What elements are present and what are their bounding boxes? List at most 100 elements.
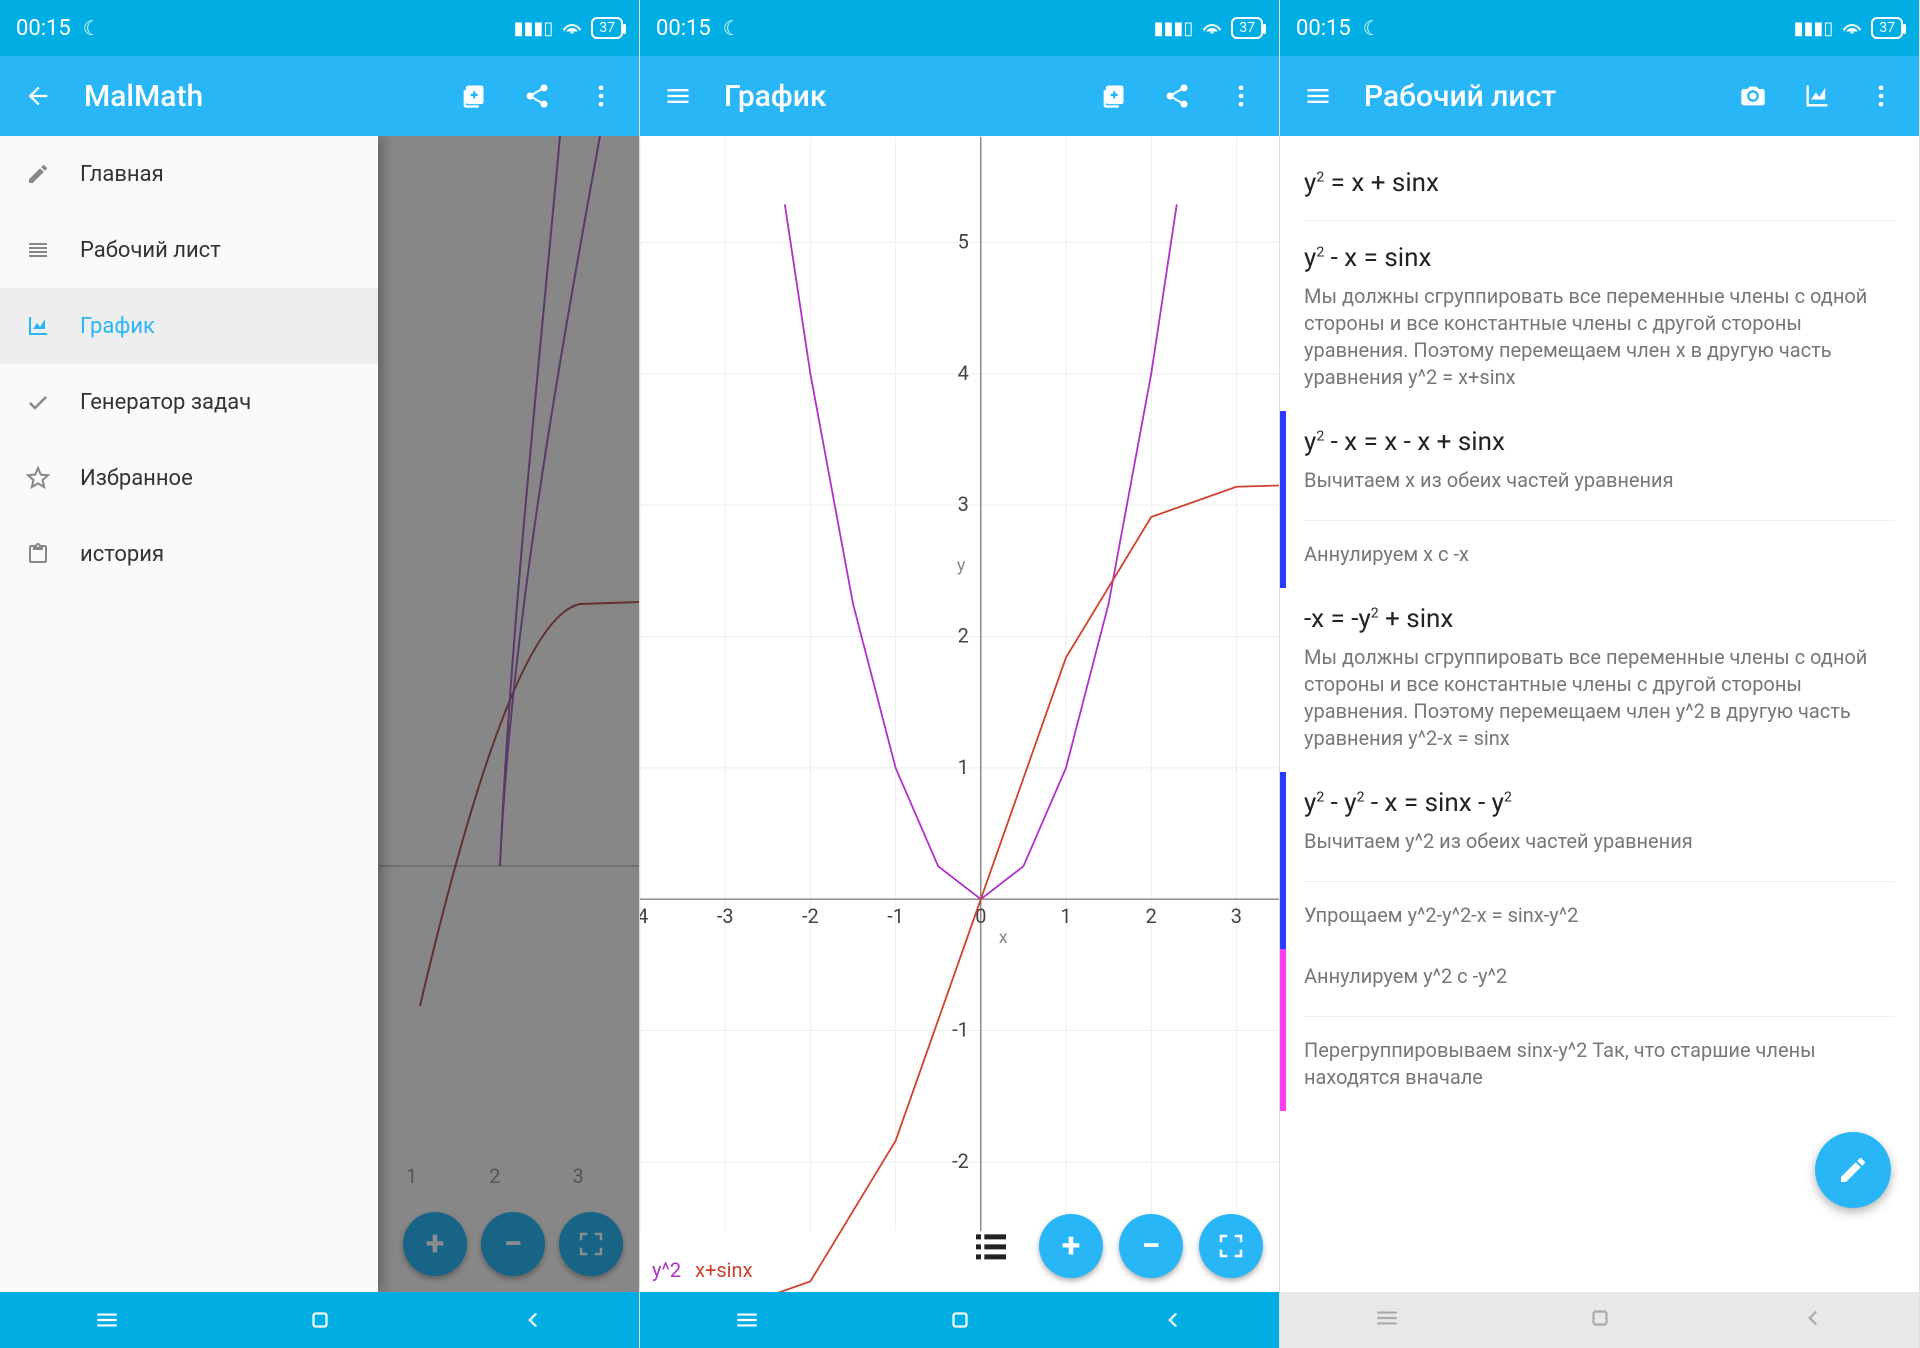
status-time: 00:15 <box>16 16 71 41</box>
lines-icon <box>24 236 52 264</box>
nav-home-icon[interactable] <box>940 1300 980 1340</box>
equation-step[interactable]: -x = -y2 + sinx <box>1304 598 1895 640</box>
android-nav-bar <box>1280 1292 1919 1348</box>
drawer-item-history[interactable]: история <box>0 516 378 592</box>
step-explanation: Аннулируем y^2 с -y^2 <box>1304 959 1895 1000</box>
app-bar: MalMath <box>0 56 639 136</box>
signal-icon: ▮▮▮▯ <box>1154 18 1194 39</box>
svg-text:-3: -3 <box>717 904 734 928</box>
status-bar: 00:15 ☾ ▮▮▮▯ 37 <box>1280 0 1919 56</box>
android-nav-bar <box>0 1292 639 1348</box>
app-bar: График <box>640 56 1279 136</box>
overflow-menu-icon[interactable] <box>583 78 619 114</box>
nav-drawer: Главная Рабочий лист График Генератор за… <box>0 136 378 1292</box>
phone-screen-worksheet: 00:15 ☾ ▮▮▮▯ 37 Рабочий лист y2 = x + <box>1280 0 1920 1348</box>
app-title: Рабочий лист <box>1364 79 1707 114</box>
nav-home-icon[interactable] <box>300 1300 340 1340</box>
step-explanation: Вычитаем x из обеих частей уравнения <box>1304 463 1895 504</box>
camera-icon[interactable] <box>1735 78 1771 114</box>
phone-screen-graph: 00:15 ☾ ▮▮▮▯ 37 График -4-3-2-10123-2-11… <box>640 0 1280 1348</box>
battery-icon: 37 <box>1871 17 1903 39</box>
drawer-item-home[interactable]: Главная <box>0 136 378 212</box>
svg-text:-4: -4 <box>640 904 648 928</box>
wifi-icon <box>1201 15 1223 42</box>
svg-text:x: x <box>999 927 1008 948</box>
add-page-icon[interactable] <box>1095 78 1131 114</box>
function-list-icon[interactable] <box>969 1224 1013 1268</box>
svg-text:1: 1 <box>958 755 969 779</box>
nav-back-icon[interactable] <box>513 1300 553 1340</box>
zoom-out-button[interactable]: − <box>1119 1214 1183 1278</box>
status-bar: 00:15 ☾ ▮▮▮▯ 37 <box>640 0 1279 56</box>
equation-step[interactable]: y2 - x = x - x + sinx <box>1304 421 1895 463</box>
svg-text:2: 2 <box>1146 904 1157 928</box>
graph-content[interactable]: -4-3-2-10123-2-112345xy y^2 x+sinx + − <box>640 136 1279 1292</box>
add-page-icon[interactable] <box>455 78 491 114</box>
nav-recents-icon[interactable] <box>727 1300 767 1340</box>
chart-icon[interactable] <box>1799 78 1835 114</box>
check-icon <box>24 388 52 416</box>
nav-back-icon[interactable] <box>1153 1300 1193 1340</box>
content-area: 1 2 3 + − Главная Рабочий лист <box>0 136 639 1292</box>
star-icon <box>24 464 52 492</box>
step-explanation: Перегруппировываем sinx-y^2 Так, что ста… <box>1304 1033 1895 1101</box>
wifi-icon <box>561 15 583 42</box>
drawer-label: история <box>80 542 164 567</box>
equation-step[interactable]: y2 - y2 - x = sinx - y2 <box>1304 782 1895 824</box>
nav-home-icon[interactable] <box>1587 1305 1613 1335</box>
svg-text:y: y <box>957 555 966 576</box>
drawer-item-favorites[interactable]: Избранное <box>0 440 378 516</box>
nav-back-icon[interactable] <box>1800 1305 1826 1335</box>
drawer-item-graph[interactable]: График <box>0 288 378 364</box>
step-explanation: Мы должны сгруппировать все переменные ч… <box>1304 640 1895 762</box>
signal-icon: ▮▮▮▯ <box>1794 18 1834 39</box>
status-time: 00:15 <box>656 16 711 41</box>
app-bar: Рабочий лист <box>1280 56 1919 136</box>
share-icon[interactable] <box>1159 78 1195 114</box>
svg-text:-2: -2 <box>952 1149 969 1173</box>
step-explanation: Вычитаем y^2 из обеих частей уравнения <box>1304 824 1895 865</box>
phone-screen-drawer: 00:15 ☾ ▮▮▮▯ 37 MalMath <box>0 0 640 1348</box>
zoom-in-button[interactable]: + <box>1039 1214 1103 1278</box>
svg-text:3: 3 <box>958 492 969 516</box>
legend-series-1: y^2 <box>652 1258 681 1282</box>
equation-step[interactable]: y2 - x = sinx <box>1304 237 1895 279</box>
hamburger-menu-icon[interactable] <box>1300 78 1336 114</box>
overflow-menu-icon[interactable] <box>1863 78 1899 114</box>
drawer-item-worksheet[interactable]: Рабочий лист <box>0 212 378 288</box>
dnd-moon-icon: ☾ <box>723 16 741 40</box>
svg-text:-1: -1 <box>952 1017 969 1041</box>
svg-text:4: 4 <box>958 361 969 385</box>
svg-text:-1: -1 <box>887 904 904 928</box>
fullscreen-button[interactable] <box>559 1212 623 1276</box>
hamburger-menu-icon[interactable] <box>660 78 696 114</box>
step-explanation: Мы должны сгруппировать все переменные ч… <box>1304 279 1895 401</box>
svg-text:5: 5 <box>958 229 969 253</box>
status-bar: 00:15 ☾ ▮▮▮▯ 37 <box>0 0 639 56</box>
svg-text:3: 3 <box>1231 904 1242 928</box>
drawer-item-generator[interactable]: Генератор задач <box>0 364 378 440</box>
android-nav-bar <box>640 1292 1279 1348</box>
worksheet-content[interactable]: y2 = x + sinx y2 - x = sinx Мы должны сг… <box>1280 136 1919 1292</box>
status-time: 00:15 <box>1296 16 1351 41</box>
pencil-icon <box>24 160 52 188</box>
nav-recents-icon[interactable] <box>87 1300 127 1340</box>
graph-canvas[interactable]: -4-3-2-10123-2-112345xy <box>640 136 1279 1292</box>
equation-step[interactable]: y2 = x + sinx <box>1304 162 1895 204</box>
zoom-in-button[interactable]: + <box>403 1212 467 1276</box>
share-icon[interactable] <box>519 78 555 114</box>
zoom-out-button[interactable]: − <box>481 1212 545 1276</box>
fullscreen-button[interactable] <box>1199 1214 1263 1278</box>
legend: y^2 x+sinx <box>652 1258 752 1282</box>
back-icon[interactable] <box>20 78 56 114</box>
nav-recents-icon[interactable] <box>1374 1305 1400 1335</box>
drawer-label: Генератор задач <box>80 390 251 415</box>
clipboard-icon <box>24 540 52 568</box>
overflow-menu-icon[interactable] <box>1223 78 1259 114</box>
dim-axis-labels: 1 2 3 <box>406 1164 584 1188</box>
step-explanation: Аннулируем x с -x <box>1304 537 1895 578</box>
battery-icon: 37 <box>591 17 623 39</box>
drawer-label: График <box>80 314 155 339</box>
edit-fab[interactable] <box>1815 1132 1891 1208</box>
svg-text:1: 1 <box>1060 904 1071 928</box>
